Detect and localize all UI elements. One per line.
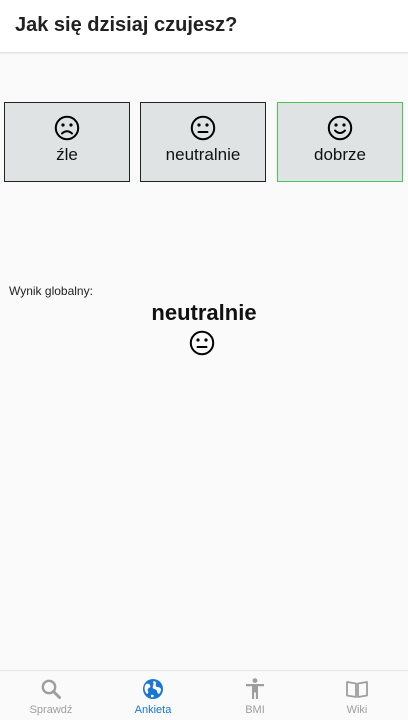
nav-item-survey[interactable]: Ankieta (102, 671, 204, 720)
neutral-face-icon (189, 330, 215, 356)
globe-icon (143, 679, 163, 699)
mood-button-neutral[interactable]: neutralnie (140, 102, 266, 182)
page-title: Jak się dzisiaj czujesz? (15, 14, 238, 36)
mood-label-bad: źle (56, 145, 78, 164)
nav-item-wiki[interactable]: Wiki (306, 671, 408, 720)
search-icon (41, 679, 61, 699)
neutral-face-icon (190, 115, 216, 141)
nav-label-check: Sprawdź (29, 704, 73, 716)
nav-label-wiki: Wiki (346, 704, 368, 716)
bottom-navigation: Sprawdź Ankieta BMI Wiki (0, 670, 408, 720)
nav-item-bmi[interactable]: BMI (204, 671, 306, 720)
happy-face-icon (327, 115, 353, 141)
mood-label-neutral: neutralnie (165, 145, 241, 164)
nav-label-survey: Ankieta (134, 704, 172, 716)
mood-selector: źle neutralnie dobrze (4, 102, 404, 182)
book-icon (346, 681, 368, 698)
nav-item-check[interactable]: Sprawdź (0, 671, 102, 720)
app-bar: Jak się dzisiaj czujesz? (0, 0, 408, 53)
mood-button-bad[interactable]: źle (4, 102, 130, 182)
person-icon (246, 678, 264, 699)
sad-face-icon (54, 115, 80, 141)
nav-label-bmi: BMI (245, 704, 265, 716)
global-result-value: neutralnie (151, 300, 257, 325)
mood-label-good: dobrze (314, 145, 366, 164)
mood-button-good[interactable]: dobrze (277, 102, 403, 182)
global-result-label: Wynik globalny: (9, 284, 93, 298)
